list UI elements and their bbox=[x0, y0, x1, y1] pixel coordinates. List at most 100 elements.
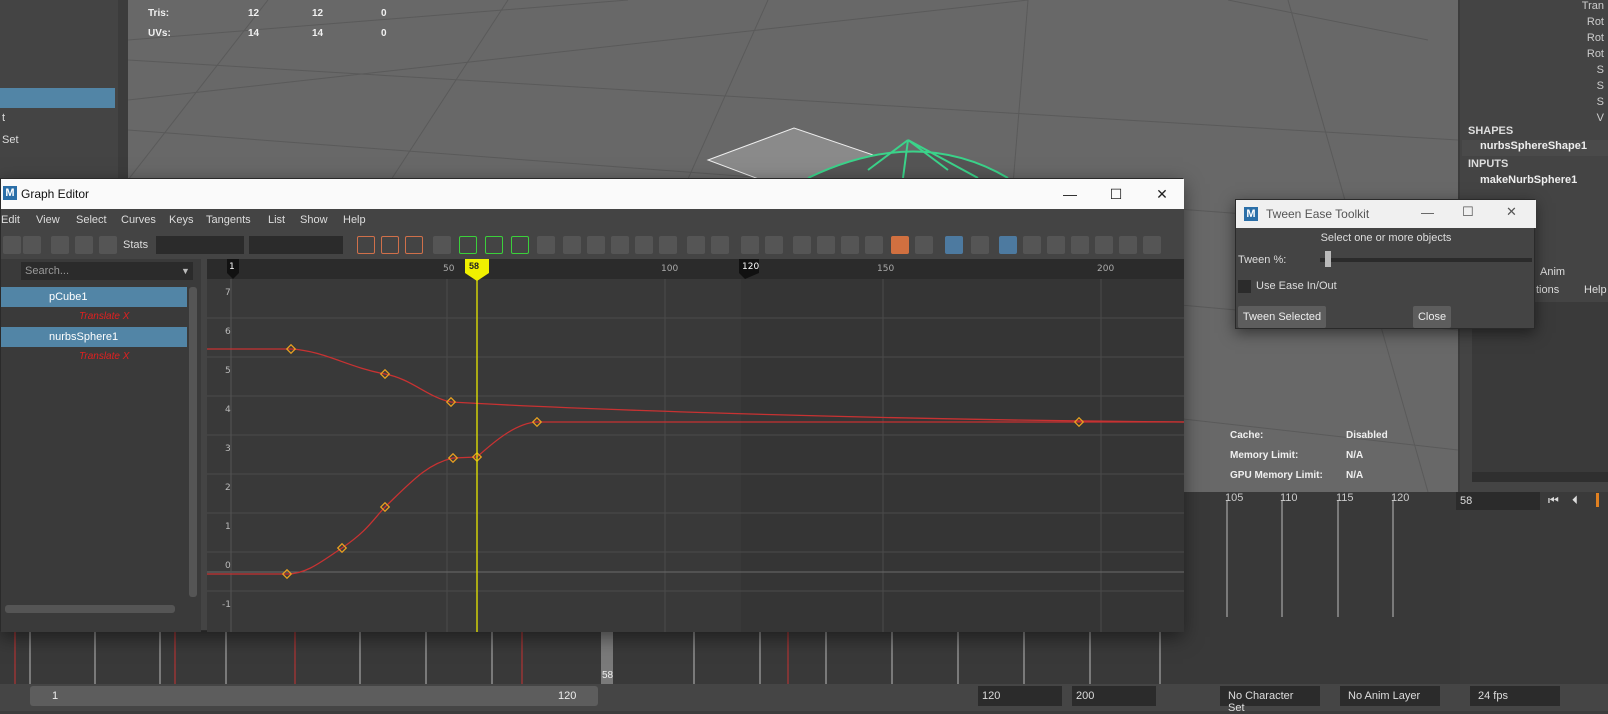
region-tool-icon[interactable] bbox=[75, 236, 93, 254]
outliner-item-nurbssphere1[interactable]: nurbsSphere1 bbox=[1, 327, 187, 347]
stats-value-field[interactable] bbox=[249, 236, 343, 254]
curve-view-icon[interactable] bbox=[1047, 236, 1065, 254]
linear-tangent-icon[interactable] bbox=[587, 236, 605, 254]
maximize-icon[interactable]: ☐ bbox=[1105, 183, 1127, 205]
trax-editor-icon[interactable] bbox=[1119, 236, 1137, 254]
lock-tangent-weight-icon[interactable] bbox=[817, 236, 835, 254]
middle-tangent-icon[interactable] bbox=[485, 236, 503, 254]
outliner-channel-row[interactable]: Translate X bbox=[1, 347, 187, 367]
tween-title: Tween Ease Toolkit bbox=[1266, 207, 1370, 221]
time-snap-icon[interactable] bbox=[891, 236, 909, 254]
stats-time-field[interactable] bbox=[156, 236, 244, 254]
stacked-view-icon[interactable] bbox=[999, 236, 1017, 254]
value-snap-icon[interactable] bbox=[915, 236, 933, 254]
go-to-start-icon[interactable]: ⏮ bbox=[1548, 493, 1559, 508]
menu-keys[interactable]: Keys bbox=[169, 214, 193, 226]
menu-list[interactable]: List bbox=[268, 214, 285, 226]
left-panel-selected-row[interactable] bbox=[0, 88, 115, 108]
outliner-item-pcube1[interactable]: pCube1 bbox=[1, 287, 187, 307]
current-frame-field[interactable]: 58 bbox=[1456, 492, 1540, 510]
step-back-key-icon[interactable] bbox=[1596, 493, 1599, 507]
hud-tris-c: 0 bbox=[381, 8, 387, 19]
horizontal-scrollbar[interactable] bbox=[1472, 472, 1608, 482]
clamped-tangent-icon[interactable] bbox=[563, 236, 581, 254]
spline-tangent-icon[interactable] bbox=[537, 236, 555, 254]
menu-help[interactable]: Help bbox=[1584, 284, 1607, 296]
tween-slider-handle[interactable] bbox=[1325, 251, 1331, 267]
menu-tangents[interactable]: Tangents bbox=[206, 214, 251, 226]
outliner-channel-row[interactable]: Translate X bbox=[1, 307, 187, 327]
menu-show[interactable]: Show bbox=[300, 214, 328, 226]
normalize-icon[interactable] bbox=[945, 236, 963, 254]
buffer-curve-icon[interactable] bbox=[687, 236, 705, 254]
range-slider[interactable] bbox=[30, 686, 598, 706]
anim-start-field[interactable]: 120 bbox=[978, 686, 1062, 706]
menu-options[interactable]: tions bbox=[1536, 284, 1559, 296]
frame-playback-icon[interactable] bbox=[405, 236, 423, 254]
move-key-icon[interactable] bbox=[3, 236, 21, 254]
unify-tangents-icon[interactable] bbox=[765, 236, 783, 254]
maximize-icon[interactable]: ☐ bbox=[1462, 204, 1474, 220]
ease-tangent-icon[interactable] bbox=[459, 236, 477, 254]
left-panel: t Set bbox=[0, 0, 118, 178]
load-selected-icon[interactable] bbox=[865, 236, 883, 254]
dope-sheet-icon[interactable] bbox=[1095, 236, 1113, 254]
auto-tangent-icon[interactable] bbox=[433, 236, 451, 254]
menu-select[interactable]: Select bbox=[76, 214, 107, 226]
retime-tool-icon[interactable] bbox=[99, 236, 117, 254]
free-tangent-weight-icon[interactable] bbox=[793, 236, 811, 254]
custom-tangent-icon[interactable] bbox=[511, 236, 529, 254]
close-icon[interactable]: ✕ bbox=[1151, 183, 1173, 205]
tween-slider-track[interactable] bbox=[1320, 258, 1532, 262]
y-axis-label: 5 bbox=[225, 366, 231, 376]
left-panel-item[interactable]: t bbox=[0, 108, 115, 128]
pre-infinity-icon[interactable] bbox=[1071, 236, 1089, 254]
frame-all-icon[interactable] bbox=[357, 236, 375, 254]
y-axis-label: 2 bbox=[225, 483, 231, 493]
lattice-icon[interactable] bbox=[51, 236, 69, 254]
character-set-dropdown[interactable]: No Character Set bbox=[1220, 686, 1320, 714]
chevron-down-icon[interactable]: ▼ bbox=[181, 266, 190, 276]
anim-layer-dropdown[interactable]: No Anim Layer bbox=[1340, 686, 1440, 706]
minimize-icon[interactable]: — bbox=[1421, 205, 1434, 220]
input-item[interactable]: makeNurbSphere1 bbox=[1480, 174, 1577, 186]
break-tangents-icon[interactable] bbox=[741, 236, 759, 254]
graph-editor-window: M Graph Editor — ☐ ✕ Edit View Select Cu… bbox=[0, 178, 1184, 632]
fps-dropdown[interactable]: 24 fps bbox=[1470, 686, 1560, 706]
flat-tangent-icon[interactable] bbox=[611, 236, 629, 254]
denormalize-icon[interactable] bbox=[971, 236, 989, 254]
swap-buffer-icon[interactable] bbox=[711, 236, 729, 254]
tween-close-button[interactable]: Close bbox=[1413, 306, 1451, 328]
attr-label: Rot bbox=[1586, 16, 1604, 28]
graph-view[interactable]: 50 100 150 200 1 120 7 6 5 4 3 2 1 0 -1 bbox=[207, 259, 1184, 632]
frame-selection-icon[interactable] bbox=[381, 236, 399, 254]
menu-edit[interactable]: Edit bbox=[1, 214, 20, 226]
menu-curves[interactable]: Curves bbox=[121, 214, 156, 226]
menu-view[interactable]: View bbox=[36, 214, 60, 226]
ruler-label: 150 bbox=[877, 264, 894, 274]
tab-anim[interactable]: Anim bbox=[1540, 266, 1565, 278]
anim-end-field[interactable]: 200 bbox=[1072, 686, 1156, 706]
left-panel-item[interactable]: Set bbox=[0, 130, 115, 150]
step-tangent-icon[interactable] bbox=[635, 236, 653, 254]
y-axis-label: 7 bbox=[225, 288, 231, 298]
step-back-icon[interactable]: ⏴ bbox=[1572, 493, 1578, 508]
outliner-scrollbar[interactable] bbox=[189, 287, 197, 597]
tween-selected-button[interactable]: Tween Selected bbox=[1238, 306, 1326, 328]
close-icon[interactable]: ✕ bbox=[1506, 204, 1517, 220]
plateau-tangent-icon[interactable] bbox=[659, 236, 677, 254]
camera-sequencer-icon[interactable] bbox=[1143, 236, 1161, 254]
absolute-view-icon[interactable] bbox=[1023, 236, 1041, 254]
outliner-horizontal-scrollbar[interactable] bbox=[5, 605, 175, 613]
shape-item[interactable]: nurbsSphereShape1 bbox=[1462, 140, 1608, 156]
graph-editor-titlebar[interactable]: M Graph Editor — ☐ ✕ bbox=[1, 179, 1184, 209]
menu-help[interactable]: Help bbox=[343, 214, 366, 226]
range-end-value: 120 bbox=[558, 690, 577, 702]
ease-checkbox[interactable] bbox=[1238, 280, 1251, 293]
minimize-icon[interactable]: — bbox=[1059, 183, 1081, 205]
insert-key-icon[interactable] bbox=[23, 236, 41, 254]
tween-titlebar[interactable]: M Tween Ease Toolkit — ☐ ✕ bbox=[1236, 200, 1536, 228]
ruler-label: 100 bbox=[661, 264, 678, 274]
outliner-search-input[interactable]: Search... bbox=[21, 262, 193, 280]
auto-load-icon[interactable] bbox=[841, 236, 859, 254]
